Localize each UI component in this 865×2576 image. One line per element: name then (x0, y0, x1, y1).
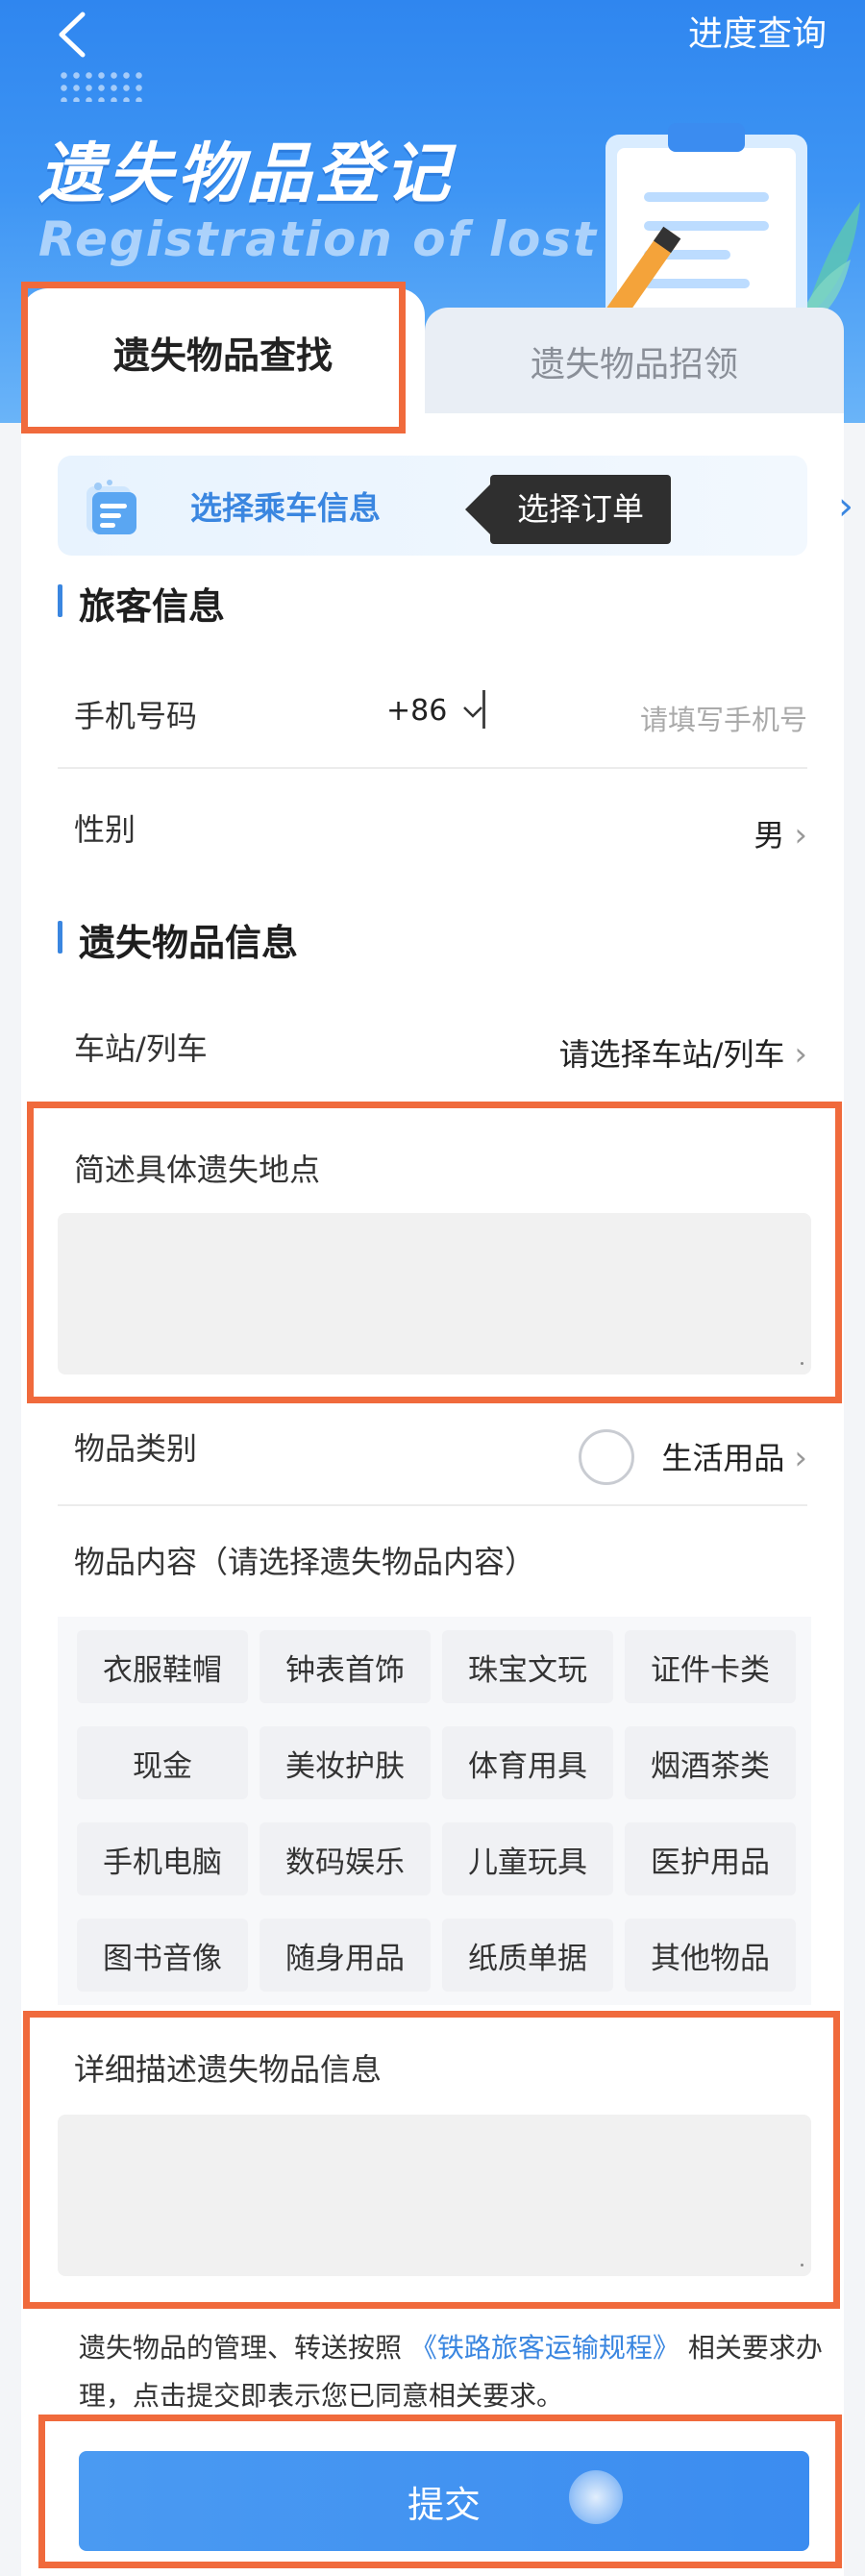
select-trip-banner[interactable]: 选择乘车信息 选择订单 › (58, 456, 853, 556)
tab-lost-item-search[interactable]: 遗失物品查找 (21, 288, 425, 415)
gender-value: 男 (754, 817, 785, 854)
location-textarea[interactable] (58, 1213, 811, 1375)
category-label: 物品类别 (74, 1430, 198, 1467)
gender-select[interactable]: 男 › (754, 811, 807, 855)
chevron-right-icon: › (838, 484, 853, 529)
passenger-section-title: 旅客信息 (58, 577, 225, 630)
chip-phone-computer[interactable]: 手机电脑 (77, 1822, 248, 1895)
station-select[interactable]: 请选择车站/列车 › (559, 1030, 807, 1075)
detail-textarea[interactable] (58, 2115, 811, 2276)
chip-digital-entertainment[interactable]: 数码娱乐 (260, 1822, 431, 1895)
decorative-dots (58, 69, 144, 102)
gender-label: 性别 (74, 811, 136, 848)
category-select[interactable]: 生活用品 › (661, 1434, 807, 1478)
chip-clothing[interactable]: 衣服鞋帽 (77, 1630, 248, 1703)
tab-lost-item-claim[interactable]: 遗失物品招领 (425, 308, 844, 415)
tab-bar: 遗失物品查找 遗失物品招领 (21, 288, 844, 415)
chip-paper-receipts[interactable]: 纸质单据 (442, 1919, 613, 1992)
category-radio[interactable] (579, 1429, 634, 1485)
back-button[interactable] (42, 6, 100, 63)
chevron-right-icon: › (794, 1035, 807, 1074)
chip-toys[interactable]: 儿童玩具 (442, 1822, 613, 1895)
chip-sports[interactable]: 体育用具 (442, 1726, 613, 1799)
form-card: 选择乘车信息 选择订单 › 旅客信息 手机号码 +86 请填写手机号 性别 男 ›… (21, 413, 853, 2576)
item-content-grid: 衣服鞋帽 钟表首饰 珠宝文玩 证件卡类 现金 美妆护肤 体育用具 烟酒茶类 手机… (58, 1617, 811, 2005)
chevron-right-icon: › (794, 816, 807, 855)
page-subtitle: Registration of lost (38, 211, 598, 267)
chip-medical[interactable]: 医护用品 (625, 1822, 796, 1895)
chip-tobacco-alcohol-tea[interactable]: 烟酒茶类 (625, 1726, 796, 1799)
chevron-right-icon: › (794, 1439, 807, 1477)
chip-watch-jewelry[interactable]: 钟表首饰 (260, 1630, 431, 1703)
select-order-tooltip: 选择订单 (465, 475, 671, 544)
station-value: 请选择车站/列车 (558, 1036, 785, 1073)
chevron-left-icon (59, 12, 86, 58)
country-code-value: +86 (386, 694, 448, 728)
chip-gems-antiques[interactable]: 珠宝文玩 (442, 1630, 613, 1703)
divider (58, 767, 807, 769)
lost-item-section-title: 遗失物品信息 (58, 913, 298, 966)
submit-button[interactable]: 提交 (79, 2451, 809, 2551)
phone-label: 手机号码 (74, 698, 198, 734)
ticket-icon (86, 480, 136, 534)
content-label: 物品内容（请选择遗失物品内容） (74, 1544, 536, 1580)
chip-books-media[interactable]: 图书音像 (77, 1919, 248, 1992)
text-cursor (482, 690, 485, 729)
touch-indicator (569, 2470, 623, 2524)
progress-query-link[interactable]: 进度查询 (688, 6, 827, 63)
phone-input[interactable]: 请填写手机号 (640, 698, 807, 738)
location-label: 简述具体遗失地点 (74, 1152, 321, 1188)
regulation-link[interactable]: 《铁路旅客运输规程》 (410, 2332, 680, 2364)
chevron-down-icon (462, 706, 482, 718)
notice-prefix: 遗失物品的管理、转送按照 (79, 2332, 403, 2364)
chip-id-cards[interactable]: 证件卡类 (625, 1630, 796, 1703)
chip-personal-items[interactable]: 随身用品 (260, 1919, 431, 1992)
notice-text: 遗失物品的管理、转送按照 《铁路旅客运输规程》 相关要求办理，点击提交即表示您已… (79, 2324, 828, 2420)
chip-other[interactable]: 其他物品 (625, 1919, 796, 1992)
select-trip-label: 选择乘车信息 (190, 489, 381, 527)
chip-cosmetics[interactable]: 美妆护肤 (260, 1726, 431, 1799)
category-value: 生活用品 (661, 1440, 785, 1476)
divider (58, 1504, 807, 1506)
page-title: 遗失物品登记 (38, 136, 455, 212)
submit-label: 提交 (407, 2483, 481, 2526)
chip-cash[interactable]: 现金 (77, 1726, 248, 1799)
country-code-select[interactable]: +86 (386, 694, 483, 728)
station-label: 车站/列车 (74, 1030, 208, 1067)
detail-label: 详细描述遗失物品信息 (74, 2051, 383, 2088)
